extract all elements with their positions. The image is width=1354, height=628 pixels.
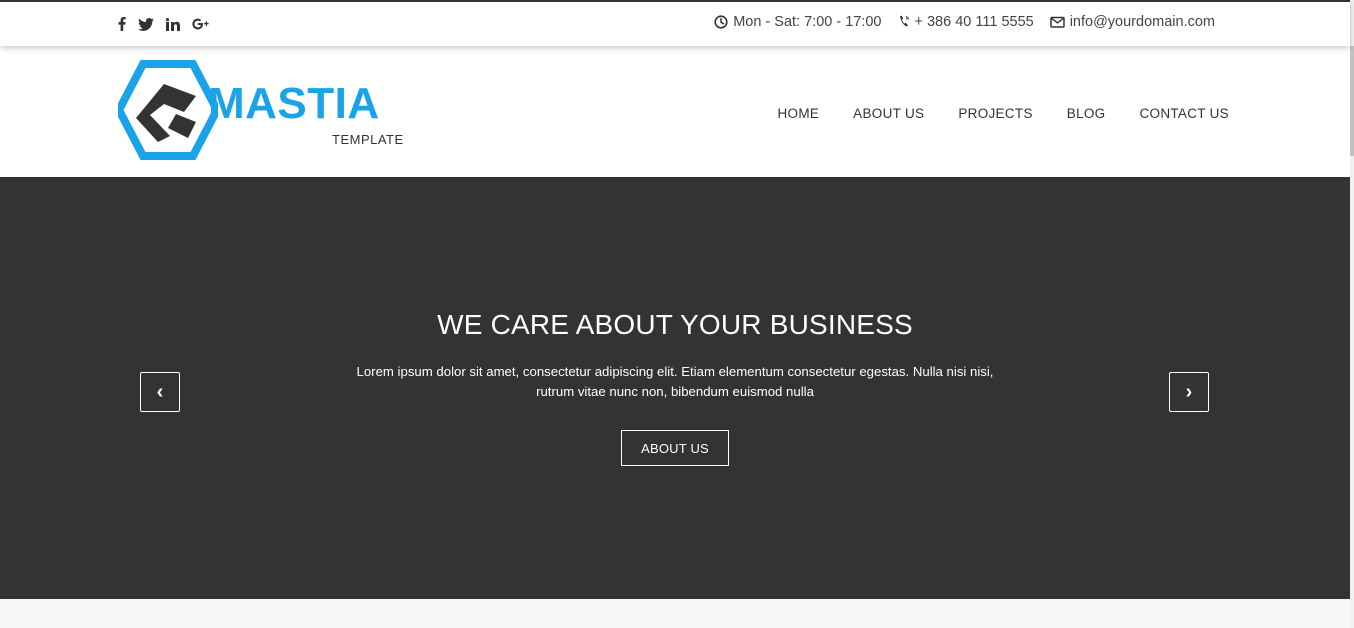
slider-prev-button[interactable]: ‹	[140, 372, 180, 412]
top-bar: Mon - Sat: 7:00 - 17:00 + 386 40 111 555…	[0, 0, 1350, 46]
nav-about-us[interactable]: ABOUT US	[853, 106, 924, 121]
twitter-icon[interactable]	[138, 16, 154, 32]
envelope-icon	[1049, 16, 1065, 28]
hours-item: Mon - Sat: 7:00 - 17:00	[714, 14, 882, 30]
brand-name: MASTIA	[208, 79, 380, 128]
email-item: info@yourdomain.com	[1049, 14, 1215, 30]
site-header: MASTIA TEMPLATE HOME ABOUT US PROJECTS B…	[0, 46, 1350, 177]
slider-next-button[interactable]: ›	[1169, 372, 1209, 412]
nav-blog[interactable]: BLOG	[1067, 106, 1106, 121]
email-address[interactable]: info@yourdomain.com	[1070, 14, 1215, 30]
nav-projects[interactable]: PROJECTS	[958, 106, 1032, 121]
next-section	[0, 599, 1350, 628]
hexagon-logo-icon	[118, 60, 218, 160]
scrollbar-thumb[interactable]	[1350, 46, 1354, 156]
nav-contact-us[interactable]: CONTACT US	[1139, 106, 1229, 121]
google-plus-icon[interactable]	[192, 16, 210, 32]
facebook-icon[interactable]	[118, 16, 126, 32]
nav-home[interactable]: HOME	[777, 106, 819, 121]
main-nav: HOME ABOUT US PROJECTS BLOG CONTACT US	[777, 106, 1229, 121]
brand-subtitle: TEMPLATE	[332, 132, 404, 147]
about-us-button[interactable]: ABOUT US	[621, 430, 729, 466]
phone-item: + 386 40 111 5555	[898, 14, 1034, 30]
page-scrollbar[interactable]	[1350, 0, 1354, 628]
hero-slider: ‹ WE CARE ABOUT YOUR BUSINESS Lorem ipsu…	[0, 177, 1350, 599]
business-hours: Mon - Sat: 7:00 - 17:00	[733, 14, 882, 30]
hero-description: Lorem ipsum dolor sit amet, consectetur …	[356, 364, 994, 399]
phone-number[interactable]: + 386 40 111 5555	[915, 14, 1034, 30]
hero-title: WE CARE ABOUT YOUR BUSINESS	[437, 309, 913, 340]
site-logo[interactable]: MASTIA TEMPLATE	[118, 60, 408, 160]
phone-icon	[898, 15, 910, 29]
linkedin-icon[interactable]	[166, 16, 180, 32]
clock-icon	[714, 15, 728, 29]
contact-info: Mon - Sat: 7:00 - 17:00 + 386 40 111 555…	[714, 14, 1215, 30]
social-links	[118, 16, 210, 32]
